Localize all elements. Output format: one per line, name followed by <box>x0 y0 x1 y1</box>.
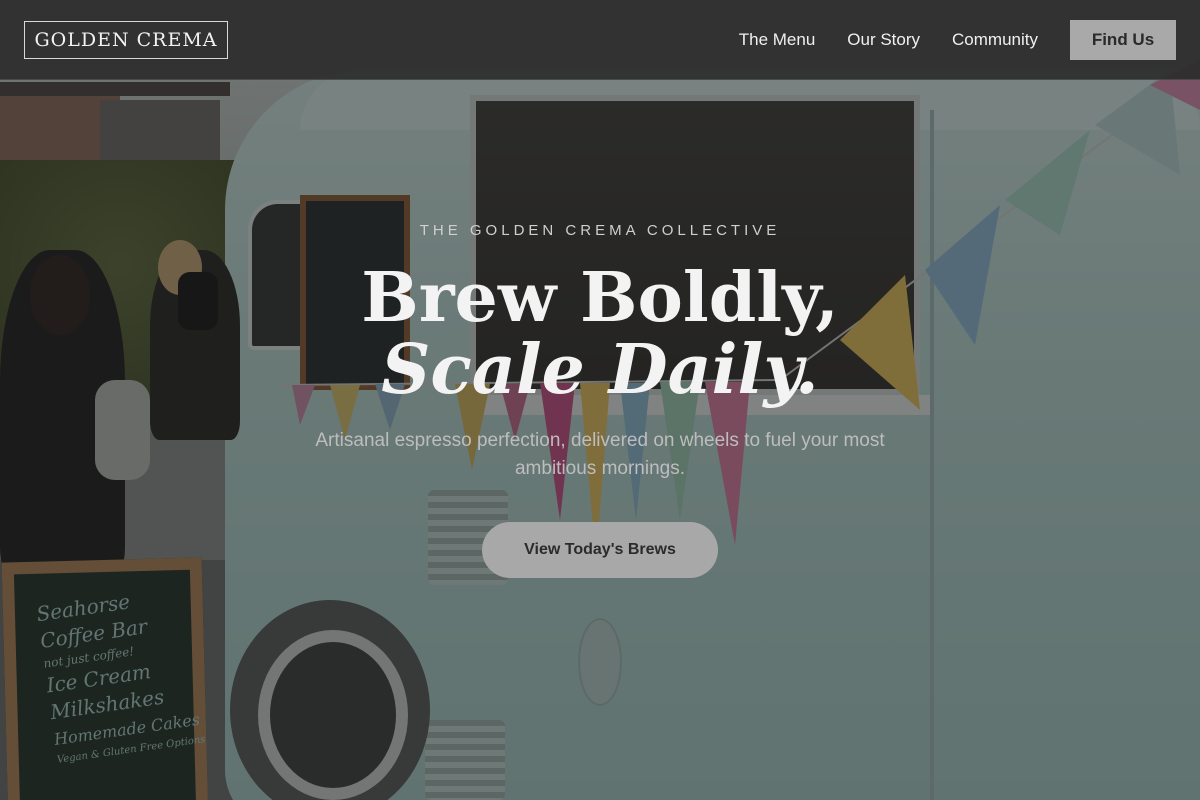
hero-eyebrow: THE GOLDEN CREMA COLLECTIVE <box>419 222 781 239</box>
hero-headline-line2: Scale Daily. <box>381 330 819 410</box>
hero-headline-line1: Brew Boldly, <box>361 258 839 338</box>
hero-subtext: Artisanal espresso perfection, delivered… <box>315 430 885 479</box>
hero-content: THE GOLDEN CREMA COLLECTIVE Brew Boldly,… <box>0 0 1200 800</box>
view-brews-button[interactable]: View Today's Brews <box>482 522 718 578</box>
